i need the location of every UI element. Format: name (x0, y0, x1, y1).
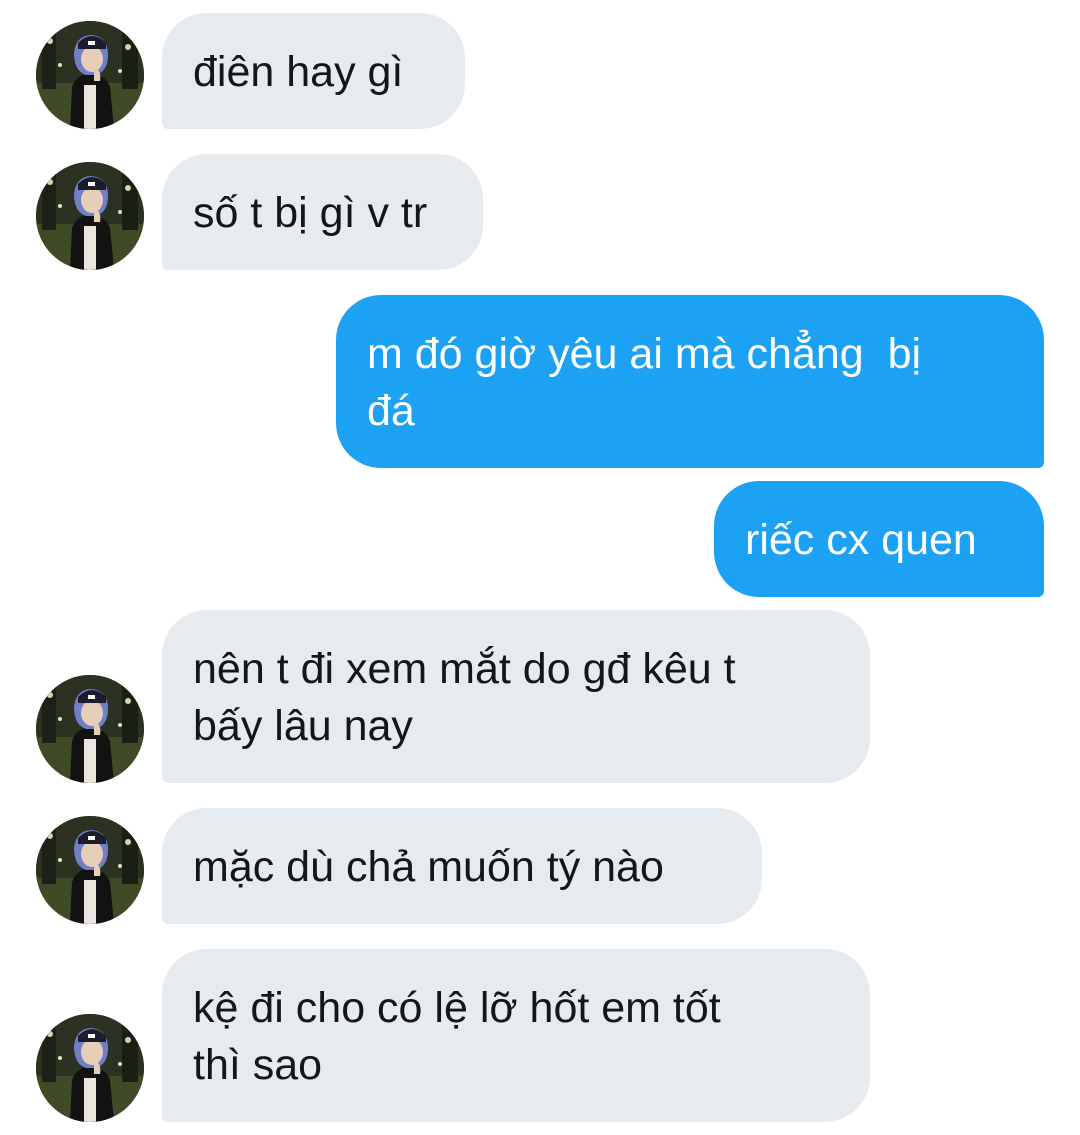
message-bubble-received[interactable]: điên hay gì (162, 13, 465, 129)
message-bubble-received[interactable]: kệ đi cho có lệ lỡ hốt em tốt thì sao (162, 949, 870, 1122)
contact-avatar[interactable] (36, 162, 144, 270)
message-row-received: kệ đi cho có lệ lỡ hốt em tốt thì sao (0, 949, 1080, 1122)
contact-avatar[interactable] (36, 1014, 144, 1122)
contact-avatar[interactable] (36, 675, 144, 783)
message-row-sent: riếc cx quen (0, 481, 1080, 597)
message-bubble-sent[interactable]: m đó giờ yêu ai mà chẳng bị đá (336, 295, 1044, 468)
message-bubble-sent[interactable]: riếc cx quen (714, 481, 1044, 597)
message-bubble-received[interactable]: nên t đi xem mắt do gđ kêu t bấy lâu nay (162, 610, 870, 783)
message-row-received: số t bị gì v tr (0, 154, 1080, 270)
contact-avatar[interactable] (36, 21, 144, 129)
message-row-received: nên t đi xem mắt do gđ kêu t bấy lâu nay (0, 610, 1080, 783)
message-row-received: điên hay gì (0, 13, 1080, 129)
message-bubble-received[interactable]: mặc dù chả muốn tý nào (162, 808, 762, 924)
message-row-sent: m đó giờ yêu ai mà chẳng bị đá (0, 295, 1080, 468)
message-bubble-received[interactable]: số t bị gì v tr (162, 154, 483, 270)
message-row-received: mặc dù chả muốn tý nào (0, 808, 1080, 924)
contact-avatar[interactable] (36, 816, 144, 924)
